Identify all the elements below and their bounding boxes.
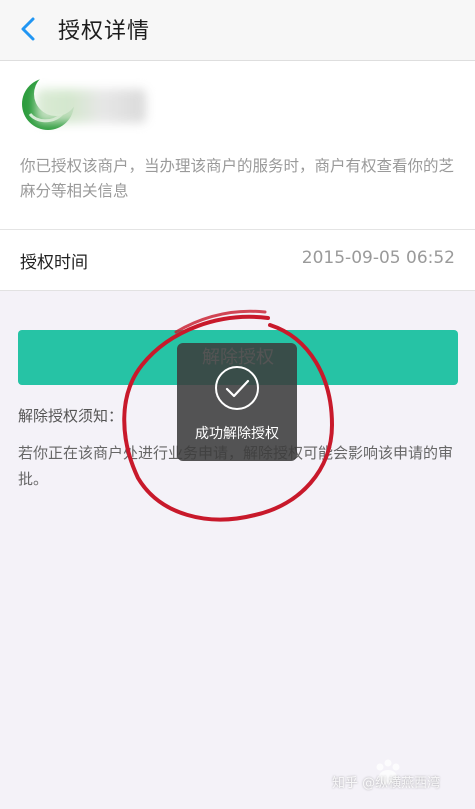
chevron-left-icon[interactable] (16, 14, 40, 44)
toast-message: 成功解除授权 (195, 426, 279, 442)
check-circle-icon (215, 366, 259, 410)
authorization-time-value: 2015-09-05 06:52 (301, 248, 455, 268)
page-title: 授权详情 (58, 19, 151, 44)
merchant-card: 你已授权该商户，当办理该商户的服务时，商户有权查看你的芝麻分等相关信息 (0, 61, 475, 230)
authorization-time-row: 授权时间 2015-09-05 06:52 (0, 230, 475, 291)
header: 授权详情 (0, 0, 475, 61)
watermark: 知乎 @纵横燕西湾 (332, 776, 441, 791)
authorization-time-label: 授权时间 (20, 253, 88, 273)
revoke-notes-title: 解除授权须知： (18, 407, 124, 425)
success-toast: 成功解除授权 (177, 343, 297, 461)
merchant-name-blurred (36, 89, 146, 123)
page: 授权详情 你已授权该商户，当办理该商户的服务时，商户有权查看你的芝麻分等相关信息… (0, 0, 475, 809)
authorization-notice: 你已授权该商户，当办理该商户的服务时，商户有权查看你的芝麻分等相关信息 (20, 157, 455, 200)
